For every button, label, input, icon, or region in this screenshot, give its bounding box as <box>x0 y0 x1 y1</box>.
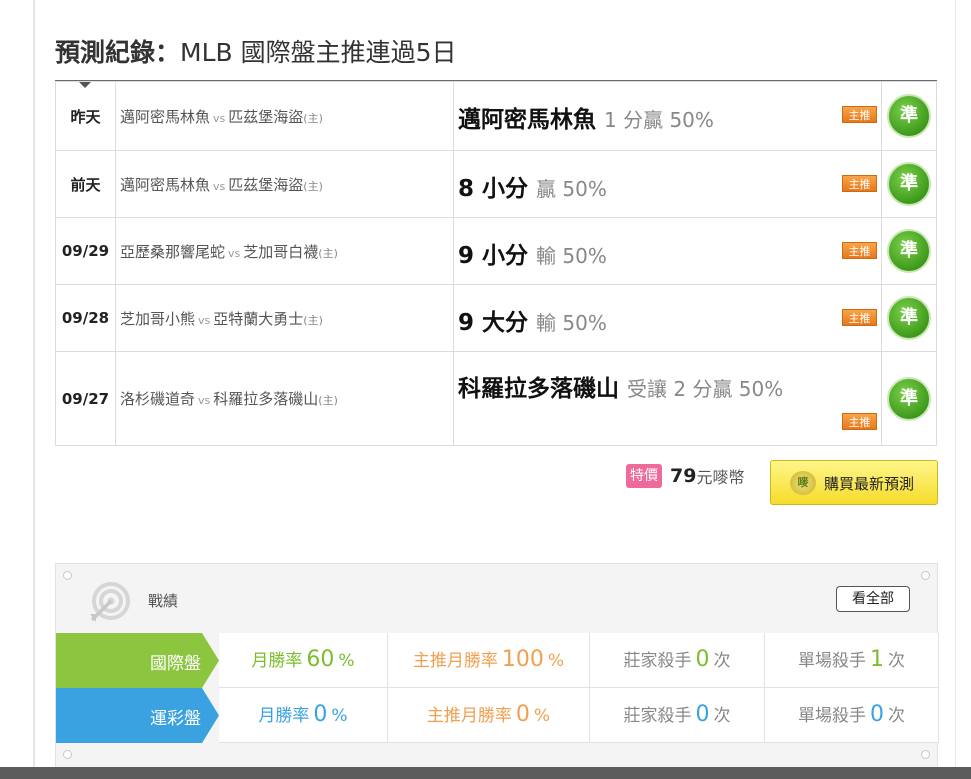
table-row: 前天 邁阿密馬林魚 vs 匹茲堡海盜(主) 8 小分贏 50% 主推 準 <box>55 150 937 218</box>
stat-row-label: 國際盤 <box>56 633 219 688</box>
stat-row-international: 國際盤 月勝率 60% 主推月勝率 100% 莊家殺手 0 次 單場殺手 1 次 <box>56 633 939 688</box>
main-pick-badge: 主推 <box>842 106 877 123</box>
page-left-border <box>33 0 35 779</box>
accurate-badge-icon: 準 <box>887 376 931 421</box>
banker-killer-count: 莊家殺手 0 次 <box>589 688 764 743</box>
performance-title: 戰績 <box>148 592 179 610</box>
record-match: 洛杉磯道奇 vs 科羅拉多落磯山(主) <box>115 351 454 446</box>
record-pick: 9 小分輸 50% 主推 <box>453 217 882 285</box>
monthly-win-rate: 月勝率 0% <box>219 688 387 743</box>
stat-row-sports-lottery: 運彩盤 月勝率 0% 主推月勝率 0% 莊家殺手 0 次 單場殺手 0 次 <box>56 688 939 743</box>
performance-panel: 戰績 看全部 國際盤 月勝率 60% 主推月勝率 100% 莊家殺手 0 次 單場殺手 1… <box>55 563 939 768</box>
stat-row-label: 運彩盤 <box>56 688 219 743</box>
buy-button-label: 購買最新預測 <box>824 475 915 493</box>
corner-dot <box>921 750 930 759</box>
main-pick-badge: 主推 <box>842 413 877 430</box>
table-row: 昨天 邁阿密馬林魚 vs 匹茲堡海盜(主) 邁阿密馬林魚 1 分贏 50% 主推 準 <box>55 81 937 151</box>
record-date: 09/29 <box>55 217 116 285</box>
table-row: 09/27 洛杉磯道奇 vs 科羅拉多落磯山(主) 科羅拉多落磯山 受讓 2 分贏 5… <box>55 351 937 446</box>
main-pick-badge: 主推 <box>842 309 877 326</box>
target-icon <box>90 582 130 622</box>
record-result: 準 <box>881 81 937 151</box>
corner-dot <box>63 571 72 580</box>
record-match: 亞歷桑那響尾蛇 vs 芝加哥白襪(主) <box>115 217 454 285</box>
coin-icon: 嘜 <box>790 471 816 495</box>
record-result: 準 <box>881 217 937 285</box>
table-notch <box>79 82 91 88</box>
buy-latest-prediction-button[interactable]: 嘜 購買最新預測 <box>770 460 938 505</box>
page-right-border <box>955 0 956 779</box>
record-result: 準 <box>881 150 937 218</box>
main-pick-monthly-win-rate: 主推月勝率 0% <box>387 688 589 743</box>
prediction-records-table: 昨天 邁阿密馬林魚 vs 匹茲堡海盜(主) 邁阿密馬林魚 1 分贏 50% 主推 準 前… <box>55 81 937 446</box>
record-date: 昨天 <box>55 81 116 151</box>
record-pick: 邁阿密馬林魚 1 分贏 50% 主推 <box>453 81 882 151</box>
monthly-win-rate: 月勝率 60% <box>219 633 387 688</box>
bottom-bar <box>0 767 971 779</box>
corner-dot <box>921 571 930 580</box>
price-info: 特價 79元嘜幣 <box>626 464 744 494</box>
main-pick-monthly-win-rate: 主推月勝率 100% <box>387 633 589 688</box>
record-pick: 9 大分輸 50% 主推 <box>453 284 882 352</box>
accurate-badge-icon: 準 <box>887 229 931 273</box>
accurate-badge-icon: 準 <box>887 94 931 138</box>
accurate-badge-icon: 準 <box>887 296 931 340</box>
banker-killer-count: 莊家殺手 0 次 <box>589 633 764 688</box>
price-value: 79 <box>670 465 697 487</box>
table-row: 09/28 芝加哥小熊 vs 亞特蘭大勇士(主) 9 大分輸 50% 主推 準 <box>55 284 937 352</box>
page-title: 預測紀錄：MLB 國際盤主推連過5日 <box>55 38 457 67</box>
main-pick-badge: 主推 <box>842 242 877 259</box>
main-pick-badge: 主推 <box>842 175 877 192</box>
single-game-killer-count: 單場殺手 1 次 <box>764 633 939 688</box>
see-all-button[interactable]: 看全部 <box>836 586 910 612</box>
table-row: 09/29 亞歷桑那響尾蛇 vs 芝加哥白襪(主) 9 小分輸 50% 主推 準 <box>55 217 937 285</box>
record-match: 邁阿密馬林魚 vs 匹茲堡海盜(主) <box>115 150 454 218</box>
record-match: 芝加哥小熊 vs 亞特蘭大勇士(主) <box>115 284 454 352</box>
record-date: 09/27 <box>55 351 116 446</box>
record-result: 準 <box>881 351 937 446</box>
record-match: 邁阿密馬林魚 vs 匹茲堡海盜(主) <box>115 81 454 151</box>
single-game-killer-count: 單場殺手 0 次 <box>764 688 939 743</box>
accurate-badge-icon: 準 <box>887 162 931 206</box>
sale-tag: 特價 <box>626 464 662 488</box>
record-pick: 8 小分贏 50% 主推 <box>453 150 882 218</box>
record-result: 準 <box>881 284 937 352</box>
record-pick: 科羅拉多落磯山 受讓 2 分贏 50% 主推 <box>453 351 882 446</box>
corner-dot <box>63 750 72 759</box>
record-date: 09/28 <box>55 284 116 352</box>
price-unit: 元嘜幣 <box>696 468 745 487</box>
record-date: 前天 <box>55 150 116 218</box>
